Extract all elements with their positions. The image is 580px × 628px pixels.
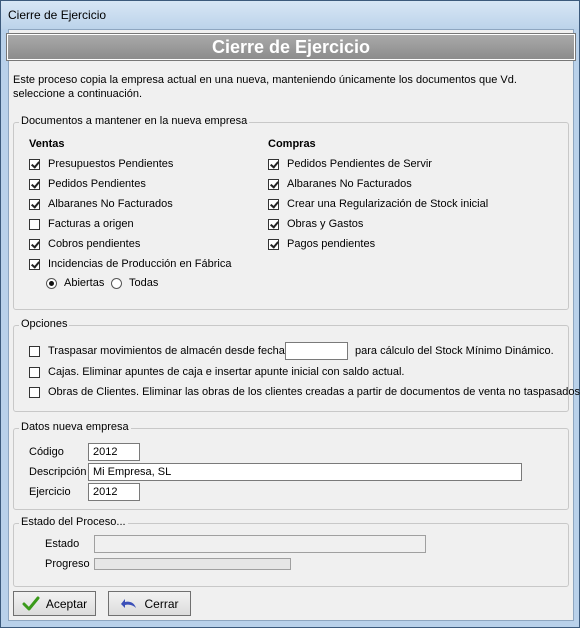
estado-group: Estado del Proceso... xyxy=(13,516,569,587)
codigo-label: Código xyxy=(29,446,64,458)
banner-title: Cierre de Ejercicio xyxy=(211,37,371,57)
opciones-legend: Opciones xyxy=(19,318,70,330)
checkbox-label: Presupuestos Pendientes xyxy=(48,158,174,170)
checkbox-box[interactable] xyxy=(29,198,40,210)
ventas-incidencias-checkbox[interactable]: Incidencias de Producción en Fábrica xyxy=(29,257,231,271)
checkbox-box[interactable] xyxy=(29,345,40,357)
compras-obras-checkbox[interactable]: Obras y Gastos xyxy=(268,217,363,231)
codigo-input[interactable]: 2012 xyxy=(88,443,140,461)
checkbox-box[interactable] xyxy=(29,258,40,270)
checkbox-box[interactable] xyxy=(268,178,279,190)
checkbox-label: Pedidos Pendientes de Servir xyxy=(287,158,432,170)
ventas-albaranes-checkbox[interactable]: Albaranes No Facturados xyxy=(29,197,173,211)
ventas-title: Ventas xyxy=(29,138,65,150)
descripcion-input[interactable]: Mi Empresa, SL xyxy=(88,463,522,481)
compras-regularizacion-checkbox[interactable]: Crear una Regularización de Stock inicia… xyxy=(268,197,488,211)
radio-abiertas[interactable]: Abiertas xyxy=(46,276,104,290)
checkbox-box[interactable] xyxy=(29,218,40,230)
checkbox-box[interactable] xyxy=(29,238,40,250)
checkbox-box[interactable] xyxy=(268,238,279,250)
radio-button[interactable] xyxy=(46,277,57,289)
cerrar-button[interactable]: Cerrar xyxy=(108,591,191,616)
ejercicio-input[interactable]: 2012 xyxy=(88,483,140,501)
checkbox-label: Incidencias de Producción en Fábrica xyxy=(48,258,232,270)
checkbox-label: Traspasar movimientos de almacén desde f… xyxy=(48,345,285,357)
datos-legend: Datos nueva empresa xyxy=(19,421,131,433)
ventas-cobros-checkbox[interactable]: Cobros pendientes xyxy=(29,237,140,251)
traspasar-date-input[interactable] xyxy=(285,342,348,360)
estado-legend: Estado del Proceso... xyxy=(19,516,128,528)
ventas-pedidos-checkbox[interactable]: Pedidos Pendientes xyxy=(29,177,146,191)
checkbox-label: Albaranes No Facturados xyxy=(287,178,412,190)
obras-clientes-checkbox[interactable]: Obras de Clientes. Eliminar las obras de… xyxy=(29,385,580,399)
aceptar-label: Aceptar xyxy=(45,596,88,611)
documentos-legend: Documentos a mantener en la nueva empres… xyxy=(19,115,250,127)
ventas-presupuestos-checkbox[interactable]: Presupuestos Pendientes xyxy=(29,157,173,171)
ventas-facturas-checkbox[interactable]: Facturas a origen xyxy=(29,217,134,231)
progreso-label: Progreso xyxy=(45,558,90,570)
checkbox-label: Obras de Clientes. Eliminar las obras de… xyxy=(48,386,580,398)
checkbox-label: Cobros pendientes xyxy=(48,238,141,250)
checkbox-box[interactable] xyxy=(268,218,279,230)
checkbox-label: Facturas a origen xyxy=(48,218,134,230)
window-title: Cierre de Ejercicio xyxy=(8,8,107,22)
radio-label: Todas xyxy=(129,277,159,289)
checkbox-box[interactable] xyxy=(268,158,279,170)
checkbox-label: Cajas. Eliminar apuntes de caja e insert… xyxy=(48,366,405,378)
banner-header: Cierre de Ejercicio xyxy=(6,33,576,61)
checkbox-box[interactable] xyxy=(29,158,40,170)
ejercicio-label: Ejercicio xyxy=(29,486,71,498)
return-arrow-icon xyxy=(120,596,138,612)
checkbox-box[interactable] xyxy=(29,366,40,378)
checkbox-label: Crear una Regularización de Stock inicia… xyxy=(287,198,489,210)
radio-label: Abiertas xyxy=(64,277,105,289)
cajas-checkbox[interactable]: Cajas. Eliminar apuntes de caja e insert… xyxy=(29,365,404,379)
radio-todas[interactable]: Todas xyxy=(111,276,158,290)
traspasar-checkbox[interactable]: Traspasar movimientos de almacén desde f… xyxy=(29,344,285,358)
compras-pedidos-checkbox[interactable]: Pedidos Pendientes de Servir xyxy=(268,157,432,171)
checkbox-box[interactable] xyxy=(29,386,40,398)
checkbox-box[interactable] xyxy=(268,198,279,210)
checkmark-icon xyxy=(22,596,40,612)
title-bar[interactable]: Cierre de Ejercicio xyxy=(1,1,579,29)
traspasar-suffix-label: para cálculo del Stock Mínimo Dinámico. xyxy=(355,345,554,357)
radio-button[interactable] xyxy=(111,277,122,289)
compras-albaranes-checkbox[interactable]: Albaranes No Facturados xyxy=(268,177,412,191)
aceptar-button[interactable]: Aceptar xyxy=(13,591,96,616)
intro-text: Este proceso copia la empresa actual en … xyxy=(13,74,517,100)
estado-field xyxy=(94,535,426,553)
compras-pagos-checkbox[interactable]: Pagos pendientes xyxy=(268,237,375,251)
checkbox-label: Pagos pendientes xyxy=(287,238,376,250)
progress-bar xyxy=(94,558,291,570)
compras-title: Compras xyxy=(268,138,316,150)
checkbox-label: Albaranes No Facturados xyxy=(48,198,173,210)
checkbox-box[interactable] xyxy=(29,178,40,190)
descripcion-label: Descripción xyxy=(29,466,87,478)
checkbox-label: Obras y Gastos xyxy=(287,218,364,230)
checkbox-label: Pedidos Pendientes xyxy=(48,178,146,190)
cerrar-label: Cerrar xyxy=(144,596,179,611)
estado-label: Estado xyxy=(45,538,80,550)
